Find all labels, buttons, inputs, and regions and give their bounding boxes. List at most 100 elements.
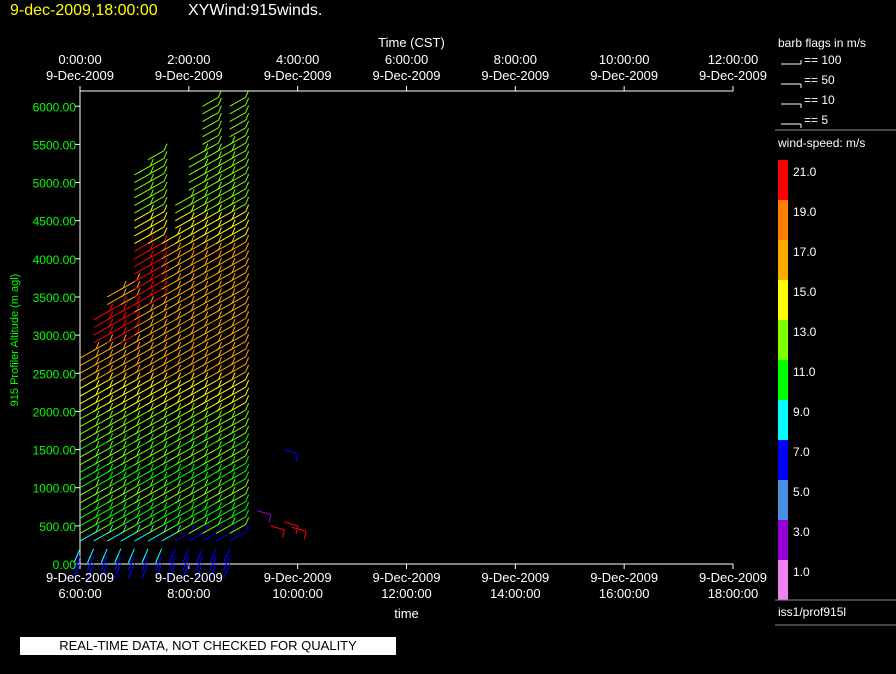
wind-barb (147, 211, 165, 222)
wind-barb-flag (245, 227, 250, 235)
wind-barb-flag (168, 555, 173, 563)
wind-barb-flag (163, 166, 168, 174)
wind-barb (229, 333, 246, 344)
y-tick-label: 1500.00 (33, 444, 77, 458)
wind-barb-flag (217, 135, 222, 144)
wind-barb-flag (245, 196, 250, 205)
speed-label: 21.0 (793, 165, 817, 179)
wind-barb-flag (114, 555, 119, 563)
wind-barb (229, 302, 246, 313)
bottom-tick-date: 9-Dec-2009 (590, 570, 658, 585)
y-tick-label: 5000.00 (33, 177, 77, 191)
speed-label: 11.0 (793, 365, 816, 379)
speed-legend-title: wind-speed: m/s (777, 136, 865, 150)
wind-barb (202, 112, 219, 122)
wind-barb-flag (245, 105, 250, 113)
wind-barb-flag (245, 311, 250, 319)
speed-label: 19.0 (793, 205, 817, 219)
speed-swatch (778, 560, 788, 600)
wind-barb (229, 295, 246, 306)
wind-barb-flag (245, 357, 250, 365)
wind-barb-flag (245, 387, 250, 395)
wind-barb-flag (245, 151, 250, 159)
speed-swatch (778, 160, 788, 200)
wind-barb-flag (245, 372, 250, 380)
legend: barb flags in m/s == 100 == 50 == 10 == 5 win… (775, 36, 896, 626)
wind-barb (229, 463, 246, 473)
wind-barb-flag (245, 379, 250, 388)
bottom-axis-label: time (394, 606, 419, 621)
wind-barb-flag (245, 143, 250, 151)
barb-legend-label: == 100 (804, 53, 842, 67)
wind-barb-flag (245, 112, 250, 121)
top-axis-label: Time (CST) (378, 35, 445, 50)
wind-barb (229, 104, 246, 115)
bottom-tick-time: 6:00:00 (58, 586, 101, 601)
axis-labels: 9-Dec-20096:00:009-Dec-20098:00:009-Dec-… (9, 35, 767, 621)
wind-barb-flag (217, 120, 222, 128)
isolated-barb (270, 525, 285, 531)
wind-barb (229, 279, 246, 290)
wind-barb (229, 531, 246, 542)
wind-barb (229, 325, 246, 336)
top-tick-date: 9-Dec-2009 (481, 68, 549, 83)
bottom-tick-time: 10:00:00 (272, 586, 323, 601)
wind-barb (229, 401, 246, 412)
wind-barb-flag (163, 151, 168, 159)
top-tick-time: 12:00:00 (708, 52, 759, 67)
wind-barb-flag (245, 204, 250, 212)
bottom-tick-time: 14:00:00 (490, 586, 541, 601)
isolated-barb (283, 521, 299, 527)
wind-barb-flag (245, 250, 250, 258)
speed-swatch (778, 520, 788, 560)
y-tick-label: 4500.00 (33, 215, 77, 229)
wind-barb (229, 356, 246, 367)
wind-barb-flag (163, 227, 168, 235)
wind-barb (229, 310, 246, 321)
wind-barb-flag (245, 97, 250, 106)
wind-barb (229, 112, 246, 122)
wind-barb (202, 104, 219, 115)
bottom-tick-date: 9-Dec-2009 (481, 570, 549, 585)
wind-barb-flag (163, 143, 168, 151)
wind-barb (202, 142, 219, 153)
speed-label: 1.0 (793, 565, 810, 579)
speed-swatch (778, 320, 788, 360)
wind-barb-flag (245, 265, 250, 273)
top-tick-date: 9-Dec-2009 (155, 68, 223, 83)
speed-swatch (778, 400, 788, 440)
wind-barb-flag (245, 288, 250, 296)
barb-legend-label: == 50 (804, 73, 835, 87)
wind-barb (229, 241, 246, 252)
wind-barb (229, 226, 246, 237)
wind-barb-flag (245, 517, 250, 525)
wind-barb (229, 249, 246, 260)
wind-barb-flag (223, 555, 228, 563)
wind-barb-flag (245, 486, 250, 495)
wind-barb-flag (163, 189, 168, 197)
wind-barb-flag (245, 448, 250, 457)
speed-swatch (778, 360, 788, 400)
wind-barb (229, 340, 246, 351)
wind-barb (229, 150, 246, 161)
wind-barb-flag (245, 418, 250, 426)
wind-barb (147, 226, 165, 237)
bottom-tick-time: 16:00:00 (599, 586, 650, 601)
wind-barb-flag (217, 112, 222, 121)
wind-barb-flag (245, 189, 250, 197)
wind-barb (229, 134, 246, 145)
wind-barb (229, 272, 246, 283)
wind-barb-flag (245, 219, 250, 228)
bottom-tick-time: 18:00:00 (708, 586, 759, 601)
top-tick-time: 0:00:00 (58, 52, 101, 67)
isolated-barb (256, 510, 271, 516)
speed-label: 7.0 (793, 445, 810, 459)
wind-barb (229, 195, 246, 206)
wind-barb (147, 180, 165, 191)
wind-barb-flag (245, 280, 250, 289)
wind-barb (229, 379, 246, 389)
wind-barb-flag (245, 235, 250, 243)
bottom-tick-date: 9-Dec-2009 (155, 570, 223, 585)
y-tick-label: 4000.00 (33, 253, 77, 267)
wind-barb-flag (182, 555, 187, 563)
